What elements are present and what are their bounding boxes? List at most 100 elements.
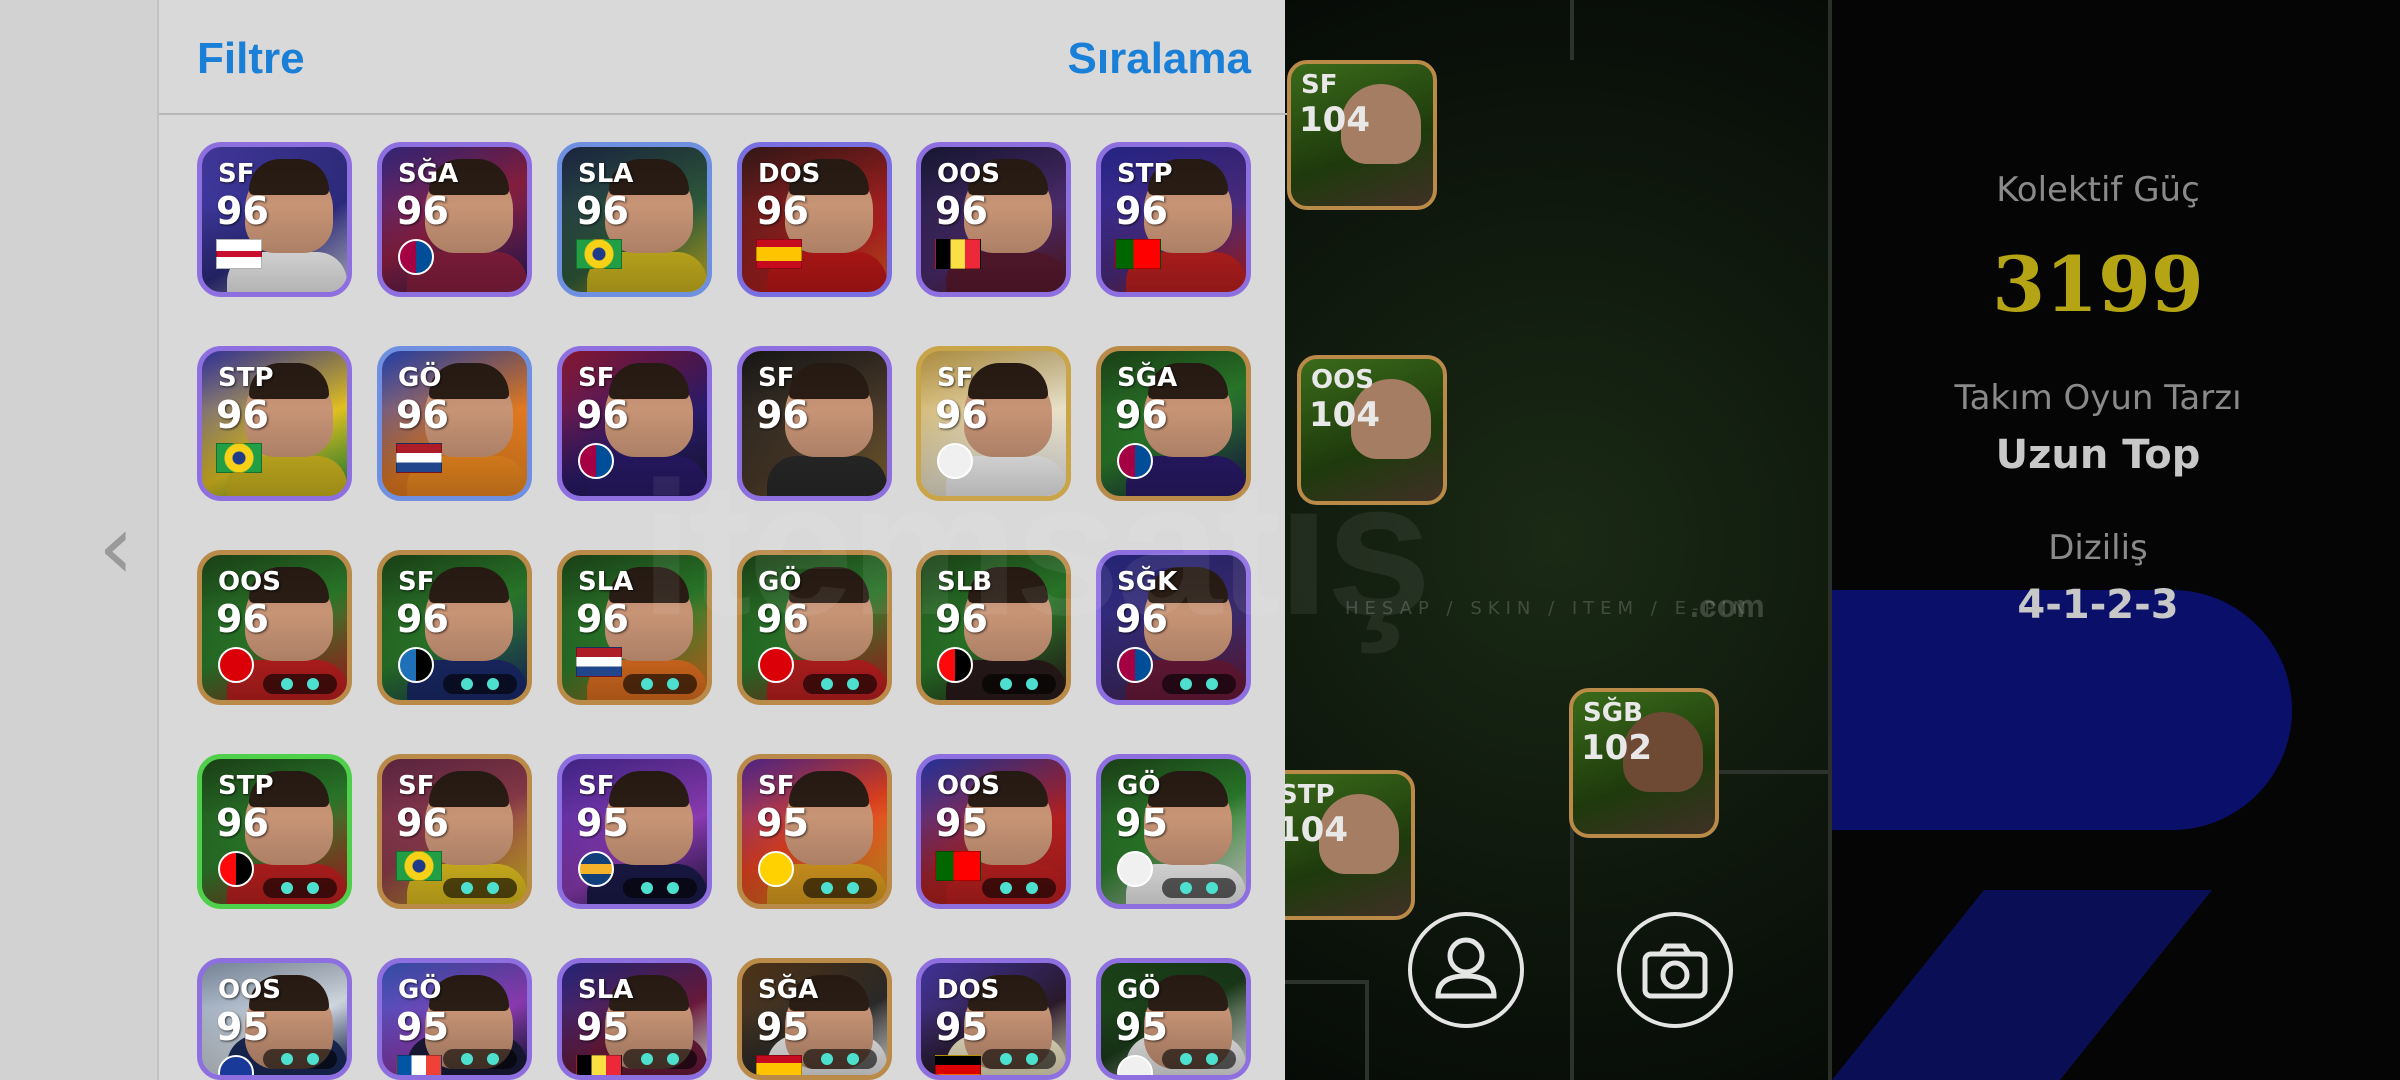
player-position: SF bbox=[937, 363, 974, 393]
player-rating: 96 bbox=[756, 189, 809, 233]
player-rating: 96 bbox=[1115, 189, 1168, 233]
england-flag-icon bbox=[216, 239, 262, 269]
field-player-card[interactable]: SĞB 102 bbox=[1569, 688, 1719, 838]
player-position: OOS bbox=[937, 771, 1000, 801]
player-card[interactable]: OOS 95 bbox=[197, 958, 352, 1080]
player-card[interactable]: GÖ 95 bbox=[1096, 958, 1251, 1080]
player-rating: 104 bbox=[1309, 395, 1380, 435]
player-card[interactable]: DOS 96 bbox=[737, 142, 892, 297]
player-rating: 96 bbox=[216, 189, 269, 233]
player-position: DOS bbox=[937, 975, 1000, 1005]
player-card[interactable]: OOS 96 bbox=[197, 550, 352, 705]
player-position: GÖ bbox=[1117, 975, 1161, 1005]
skill-slots-icon bbox=[443, 1049, 517, 1069]
brazil-flag-icon bbox=[216, 443, 262, 473]
player-position: SLA bbox=[578, 567, 634, 597]
skill-slots-icon bbox=[263, 674, 337, 694]
player-rating: 104 bbox=[1277, 810, 1348, 850]
milan-crest-icon bbox=[218, 851, 254, 887]
player-card[interactable]: STP 96 bbox=[1096, 142, 1251, 297]
skill-slots-icon bbox=[982, 1049, 1056, 1069]
player-rating: 96 bbox=[396, 801, 449, 845]
skill-slots-icon bbox=[263, 1049, 337, 1069]
player-position: SLA bbox=[578, 975, 634, 1005]
skill-slots-icon bbox=[263, 878, 337, 898]
player-rating: 104 bbox=[1299, 100, 1370, 140]
team-style-value: Uzun Top bbox=[1995, 432, 2201, 478]
player-rating: 95 bbox=[216, 1005, 269, 1049]
player-card[interactable]: SF 95 bbox=[737, 754, 892, 909]
player-rating: 102 bbox=[1581, 728, 1652, 768]
player-rating: 96 bbox=[756, 393, 809, 437]
player-card[interactable]: OOS 96 bbox=[916, 142, 1071, 297]
player-position: OOS bbox=[937, 159, 1000, 189]
player-card[interactable]: OOS 95 bbox=[916, 754, 1071, 909]
player-rating: 95 bbox=[1115, 1005, 1168, 1049]
player-rating: 95 bbox=[576, 801, 629, 845]
player-card[interactable]: SĞA 96 bbox=[377, 142, 532, 297]
barcelona-crest-icon bbox=[398, 239, 434, 275]
watermark-domain: .com bbox=[1690, 588, 1765, 624]
player-card[interactable]: STP 96 bbox=[197, 754, 352, 909]
player-card[interactable]: SF 96 bbox=[197, 142, 352, 297]
team-info-panel: Kolektif Güç 3199 Takım Oyun Tarzı Uzun … bbox=[1832, 0, 2400, 1080]
skill-slots-icon bbox=[443, 878, 517, 898]
player-position: OOS bbox=[218, 567, 281, 597]
player-rating: 96 bbox=[396, 393, 449, 437]
collective-power-label: Kolektif Güç bbox=[1996, 170, 2200, 210]
player-rating: 96 bbox=[576, 189, 629, 233]
real-madrid-crest-icon bbox=[1117, 851, 1153, 887]
skill-slots-icon bbox=[803, 674, 877, 694]
skill-slots-icon bbox=[443, 674, 517, 694]
player-card[interactable]: SLA 96 bbox=[557, 142, 712, 297]
player-card[interactable]: DOS 95 bbox=[916, 958, 1071, 1080]
player-card[interactable]: STP 96 bbox=[197, 346, 352, 501]
player-rating: 96 bbox=[935, 393, 988, 437]
profile-button[interactable] bbox=[1408, 912, 1524, 1028]
decorative-shape bbox=[1832, 890, 2212, 1080]
portugal-flag-icon bbox=[935, 851, 981, 881]
brazil-flag-icon bbox=[396, 851, 442, 881]
player-rating: 95 bbox=[935, 1005, 988, 1049]
player-position: STP bbox=[1279, 780, 1335, 810]
brazil-flag-icon bbox=[576, 239, 622, 269]
skill-slots-icon bbox=[1162, 1049, 1236, 1069]
formation-label: Diziliş bbox=[2048, 528, 2148, 568]
barcelona-crest-icon bbox=[578, 443, 614, 479]
arsenal-crest-icon bbox=[218, 647, 254, 683]
player-rating: 95 bbox=[396, 1005, 449, 1049]
player-position: GÖ bbox=[1117, 771, 1161, 801]
player-position: SF bbox=[398, 567, 435, 597]
player-position: STP bbox=[218, 363, 274, 393]
player-position: GÖ bbox=[398, 975, 442, 1005]
camera-button[interactable] bbox=[1617, 912, 1733, 1028]
belgium-flag-icon bbox=[935, 239, 981, 269]
player-position: SĞB bbox=[1583, 698, 1643, 728]
field-player-card[interactable]: SF 104 bbox=[1287, 60, 1437, 210]
player-card[interactable]: SĞA 95 bbox=[737, 958, 892, 1080]
player-rating: 96 bbox=[216, 801, 269, 845]
player-position: DOS bbox=[758, 159, 821, 189]
player-card[interactable]: SF 95 bbox=[557, 754, 712, 909]
player-position: SLA bbox=[578, 159, 634, 189]
player-position: STP bbox=[218, 771, 274, 801]
player-rating: 96 bbox=[576, 393, 629, 437]
player-position: SF bbox=[1301, 70, 1338, 100]
user-icon bbox=[1435, 937, 1497, 999]
skill-slots-icon bbox=[982, 878, 1056, 898]
spain-flag-icon bbox=[756, 1055, 802, 1075]
player-card[interactable]: GÖ 96 bbox=[377, 346, 532, 501]
boca-crest-icon bbox=[578, 851, 614, 887]
player-card[interactable]: SLA 95 bbox=[557, 958, 712, 1080]
netherlands-flag-icon bbox=[396, 443, 442, 473]
player-card[interactable]: SF 96 bbox=[377, 550, 532, 705]
player-position: SF bbox=[758, 363, 795, 393]
chevron-left-icon[interactable]: ‹ bbox=[98, 500, 146, 596]
player-card[interactable]: GÖ 95 bbox=[377, 958, 532, 1080]
atalanta-crest-icon bbox=[398, 647, 434, 683]
netherlands-flag-icon bbox=[576, 647, 622, 677]
player-card[interactable]: GÖ 95 bbox=[1096, 754, 1251, 909]
player-position: SF bbox=[758, 771, 795, 801]
field-player-card[interactable]: STP 104 bbox=[1265, 770, 1415, 920]
player-card[interactable]: SF 96 bbox=[377, 754, 532, 909]
